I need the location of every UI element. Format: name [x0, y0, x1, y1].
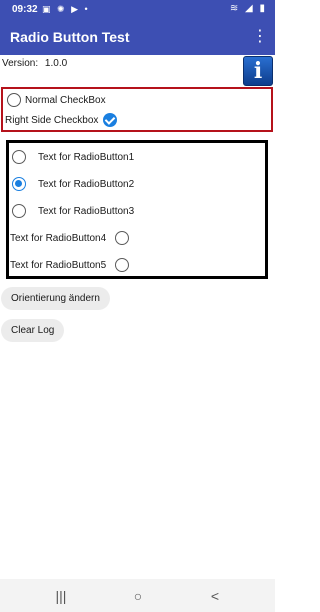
recents-icon[interactable]: ||| — [46, 586, 76, 606]
app-bar: Radio Button Test ⋮ — [0, 19, 275, 55]
clear-log-button[interactable]: Clear Log — [1, 319, 65, 342]
radio-button-2-label: Text for RadioButton2 — [38, 178, 135, 190]
normal-checkbox-label: Normal CheckBox — [25, 94, 106, 106]
radio-unselected-icon[interactable] — [115, 258, 130, 272]
battery-icon: ▮ — [259, 3, 267, 14]
checkbox-checked-icon[interactable] — [103, 113, 118, 127]
system-nav-bar: ||| ○ < — [0, 579, 275, 612]
radio-group: Text for RadioButton1 Text for RadioButt… — [6, 140, 268, 279]
checkbox-group: Normal CheckBox Right Side Checkbox — [1, 87, 273, 132]
radio-button-1[interactable]: Text for RadioButton1 — [12, 150, 134, 164]
version-label: Version: — [2, 58, 39, 69]
radio-unselected-icon[interactable] — [115, 231, 130, 245]
radio-selected-icon[interactable] — [12, 177, 26, 191]
system-icons: ≋ ◢ ▮ — [230, 3, 267, 14]
radio-button-2[interactable]: Text for RadioButton2 — [12, 177, 134, 191]
info-glyph: i — [253, 58, 263, 84]
radio-button-4[interactable]: Text for RadioButton4 — [10, 231, 130, 245]
home-icon[interactable]: ○ — [123, 586, 153, 606]
signal-icon: ◢ — [245, 3, 255, 14]
version-value: 1.0.0 — [44, 58, 68, 69]
radio-button-1-label: Text for RadioButton1 — [38, 151, 135, 163]
change-orientation-button[interactable]: Orientierung ändern — [1, 287, 110, 310]
right-side-checkbox[interactable]: Right Side Checkbox — [5, 113, 118, 127]
app-title: Radio Button Test — [10, 29, 130, 45]
radio-unselected-icon[interactable] — [12, 204, 26, 218]
status-bar: 09:32 ▣ ✺ ▶ • ≋ ◢ ▮ — [0, 0, 275, 19]
status-time: 09:32 — [12, 4, 38, 15]
radio-button-5-label: Text for RadioButton5 — [10, 259, 107, 271]
wifi-icon: ≋ — [229, 3, 241, 14]
radio-button-3-label: Text for RadioButton3 — [38, 205, 135, 217]
radio-button-3[interactable]: Text for RadioButton3 — [12, 204, 134, 218]
image-icon: ▣ — [42, 4, 53, 14]
radio-button-4-label: Text for RadioButton4 — [10, 232, 107, 244]
back-icon[interactable]: < — [200, 586, 230, 606]
radio-button-5[interactable]: Text for RadioButton5 — [10, 258, 130, 272]
weather-icon: ✺ — [57, 4, 67, 14]
right-side-checkbox-label: Right Side Checkbox — [5, 114, 99, 126]
more-vert-icon[interactable]: ⋮ — [251, 26, 269, 48]
youtube-icon: ▶ — [71, 4, 81, 14]
notification-icons: ▣ ✺ ▶ • — [42, 4, 90, 15]
info-icon[interactable]: i — [243, 56, 273, 86]
radio-unselected-icon[interactable] — [12, 150, 26, 164]
version-row: Version: 1.0.0 — [2, 58, 67, 69]
normal-checkbox[interactable]: Normal CheckBox — [7, 93, 106, 107]
dot-icon: • — [84, 4, 90, 14]
checkbox-unchecked-icon[interactable] — [7, 93, 21, 107]
